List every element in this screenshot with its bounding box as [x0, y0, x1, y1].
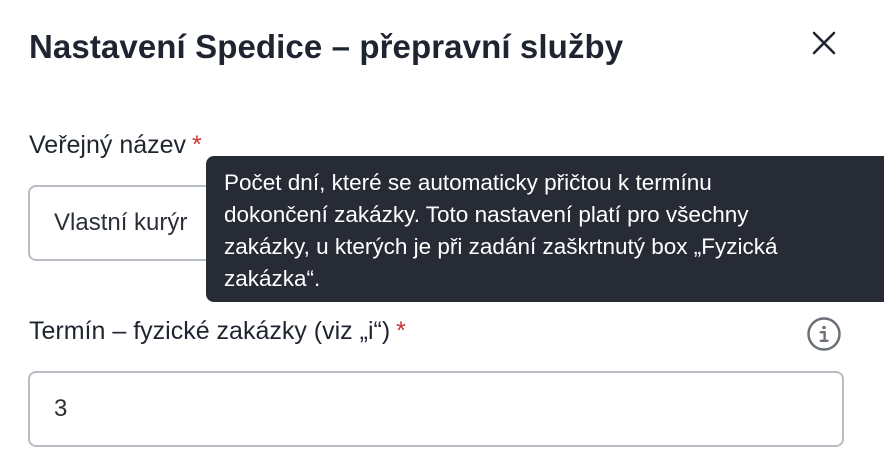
close-button[interactable] [804, 25, 844, 65]
dialog-title: Nastavení Spedice – přepravní služby [29, 28, 624, 65]
physical-term-label: Termín – fyzické zakázky (viz „i“) * [29, 317, 406, 346]
physical-term-input[interactable] [28, 371, 844, 447]
info-button[interactable] [806, 316, 842, 352]
required-asterisk: * [192, 131, 202, 159]
info-tooltip: Počet dní, které se automaticky přičtou … [206, 156, 884, 302]
public-name-label: Veřejný název * [29, 131, 202, 160]
tooltip-line: zakázky, u kterých je při zadání zaškrtn… [224, 234, 778, 259]
required-asterisk: * [396, 317, 406, 345]
close-icon [812, 31, 836, 55]
public-name-label-text: Veřejný název [29, 131, 187, 159]
tooltip-line: dokončení zakázky. Toto nastavení platí … [224, 202, 749, 227]
physical-term-label-text: Termín – fyzické zakázky (viz „i“) [29, 317, 391, 345]
settings-dialog: Nastavení Spedice – přepravní služby Veř… [0, 0, 884, 476]
tooltip-line: Počet dní, které se automaticky přičtou … [224, 170, 712, 195]
info-icon [807, 317, 841, 351]
tooltip-line: zakázka“. [224, 266, 321, 291]
